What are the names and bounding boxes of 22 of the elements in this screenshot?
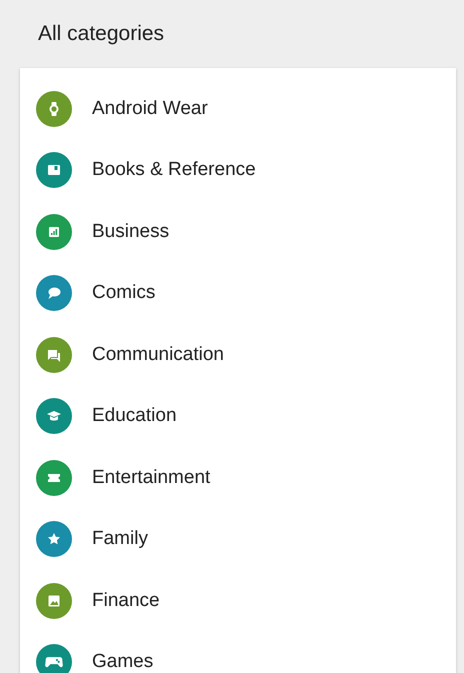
category-label: Android Wear — [92, 96, 208, 120]
category-label: Education — [92, 404, 177, 428]
category-item[interactable]: Android Wear — [20, 78, 456, 140]
category-item[interactable]: Finance — [20, 570, 456, 632]
gamepad-icon — [45, 656, 63, 668]
category-item[interactable]: Family — [20, 508, 456, 570]
category-label: Communication — [92, 342, 224, 366]
category-label: Finance — [92, 588, 160, 612]
category-label: Books & Reference — [92, 158, 256, 182]
category-item[interactable]: Comics — [20, 262, 456, 324]
category-label: Entertainment — [92, 466, 210, 490]
category-label: Business — [92, 220, 170, 244]
page-title: All categories — [38, 21, 164, 48]
category-item[interactable]: Books & Reference — [20, 140, 456, 201]
category-label: Games — [92, 650, 154, 673]
category-item[interactable]: Education — [20, 386, 456, 447]
category-item[interactable]: Games — [20, 632, 456, 673]
category-item[interactable]: Communication — [20, 324, 456, 386]
category-label: Family — [92, 527, 148, 551]
category-label: Comics — [92, 281, 156, 305]
category-item[interactable]: Business — [20, 201, 456, 262]
category-item[interactable]: Entertainment — [20, 447, 456, 508]
